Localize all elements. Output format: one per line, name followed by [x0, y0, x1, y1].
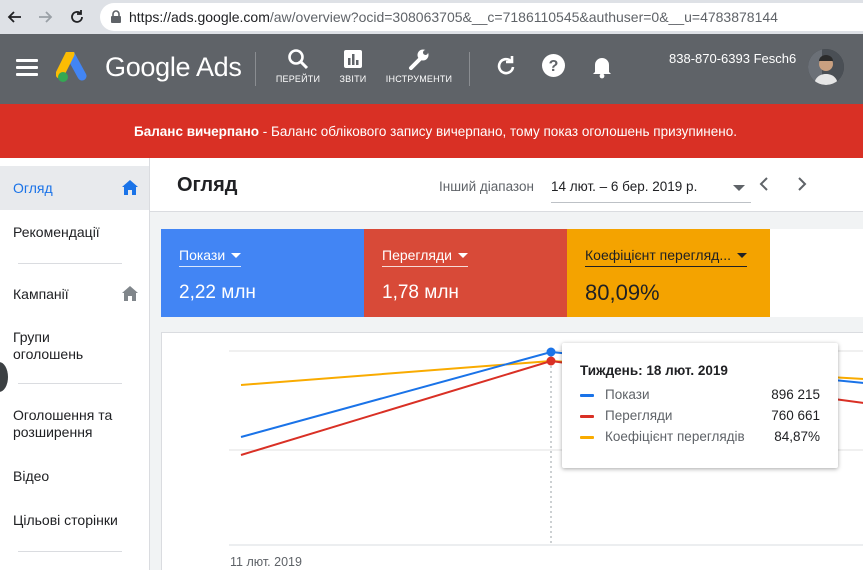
url-host: https://ads.google.com — [129, 9, 270, 25]
address-bar[interactable]: https://ads.google.com/aw/overview?ocid=… — [100, 3, 863, 31]
ads-header: Google Ads ПЕРЕЙТИ ЗВІТИ ІНСТРУМЕНТИ ? 8… — [0, 34, 863, 104]
sidebar-item-recommendations[interactable]: Рекомендації — [0, 224, 149, 241]
chevron-left-icon[interactable] — [759, 177, 769, 191]
alert-title: Баланс вичерпано — [134, 123, 259, 139]
google-ads-logo — [56, 52, 87, 82]
tooltip-series-name: Перегляди — [605, 408, 673, 423]
sidebar-item-landing-pages[interactable]: Цільові сторінки — [0, 512, 149, 529]
metric-label: Покази — [179, 247, 226, 263]
metric-label: Перегляди — [382, 247, 452, 263]
chevron-right-icon[interactable] — [797, 177, 807, 191]
alert-message: - Баланс облікового запису вичерпано, то… — [258, 123, 737, 139]
sidebar-item-label: Цільові сторінки — [13, 512, 118, 528]
search-icon — [288, 49, 309, 70]
sidebar-divider — [18, 551, 122, 552]
date-range-select[interactable]: 14 лют. – 6 бер. 2019 р. — [551, 173, 751, 203]
date-range-label: Інший діапазон — [439, 179, 534, 194]
sidebar-item-label: Огляд — [13, 179, 53, 196]
tooltip-series-value: 760 661 — [771, 408, 820, 423]
reports-icon — [344, 50, 362, 68]
tools-button[interactable]: ІНСТРУМЕНТИ — [385, 48, 453, 84]
lock-icon — [111, 10, 121, 23]
metric-value: 2,22 млн — [179, 282, 256, 303]
metric-selector[interactable]: Коефіцієнт перегляд... — [585, 247, 747, 267]
tooltip-row: Покази 896 215 — [580, 387, 820, 407]
caret-down-icon — [737, 252, 747, 258]
date-range-value: 14 лют. – 6 бер. 2019 р. — [551, 179, 698, 194]
brand-name: Google Ads — [105, 52, 242, 82]
tooltip-series-value: 896 215 — [771, 387, 820, 402]
reports-label: ЗВІТИ — [339, 74, 367, 84]
performance-chart: 11 лют. 2019 Тиждень: 18 лют. 2019 Показ… — [161, 332, 863, 570]
main-content: Огляд Інший діапазон 14 лют. – 6 бер. 20… — [150, 158, 863, 570]
legend-swatch — [580, 394, 594, 397]
url-path: /aw/overview?ocid=308063705&__c=71861105… — [269, 9, 778, 25]
arrow-right-icon — [39, 11, 53, 23]
x-tick-label: 11 лют. 2019 — [230, 555, 302, 569]
metric-label: Коефіцієнт перегляд... — [585, 247, 731, 263]
metric-value: 80,09% — [585, 280, 660, 305]
tooltip-series-value: 84,87% — [774, 429, 820, 444]
metric-value: 1,78 млн — [382, 282, 459, 303]
tooltip-row: Коефіцієнт переглядів 84,87% — [580, 429, 820, 449]
sidebar-item-videos[interactable]: Відео — [0, 468, 149, 485]
series-point-views — [546, 356, 556, 366]
sidebar-item-overview[interactable]: Огляд — [0, 166, 149, 210]
balance-alert: Баланс вичерпано - Баланс облікового зап… — [0, 104, 863, 158]
tools-label: ІНСТРУМЕНТИ — [385, 74, 453, 84]
reload-icon — [71, 10, 83, 23]
reports-button[interactable]: ЗВІТИ — [335, 48, 371, 84]
arrow-left-icon — [7, 11, 21, 23]
sidebar-divider — [18, 263, 122, 264]
home-icon — [122, 286, 138, 301]
legend-swatch — [580, 436, 594, 439]
sidebar-item-label: Групи оголошень — [13, 329, 84, 362]
wrench-icon — [409, 49, 429, 70]
sidebar: Огляд Рекомендації Кампанії Групи оголош… — [0, 158, 150, 570]
chart-tooltip: Тиждень: 18 лют. 2019 Покази 896 215 Пер… — [562, 343, 838, 468]
goto-label: ПЕРЕЙТИ — [275, 74, 321, 84]
menu-icon[interactable] — [16, 59, 38, 77]
sidebar-item-label: Оголошення та розширення — [13, 407, 113, 440]
reload-button[interactable] — [62, 0, 92, 34]
user-photo-icon — [808, 49, 844, 85]
sidebar-item-campaigns[interactable]: Кампанії — [0, 286, 149, 306]
page-header: Огляд Інший діапазон 14 лют. – 6 бер. 20… — [150, 158, 863, 212]
home-icon — [122, 180, 138, 195]
back-button[interactable] — [0, 0, 30, 34]
sidebar-divider — [18, 383, 122, 384]
metric-selector[interactable]: Перегляди — [382, 247, 468, 267]
help-icon[interactable]: ? — [541, 53, 566, 78]
sidebar-item-label: Рекомендації — [13, 224, 100, 240]
metric-card-views[interactable]: Перегляди 1,78 млн — [364, 229, 567, 317]
sidebar-item-label: Відео — [13, 468, 50, 484]
page-title: Огляд — [177, 174, 238, 196]
refresh-icon[interactable] — [495, 54, 517, 78]
series-point-impressions — [546, 347, 556, 357]
chevron-down-icon — [733, 185, 745, 191]
tooltip-series-name: Покази — [605, 387, 650, 402]
sidebar-item-ad-groups[interactable]: Групи оголошень — [0, 329, 110, 363]
metric-cards: Покази 2,22 млн Перегляди 1,78 млн Коефі… — [161, 229, 863, 317]
sidebar-item-ads-extensions[interactable]: Оголошення та розширення — [0, 407, 140, 441]
legend-swatch — [580, 415, 594, 418]
goto-button[interactable]: ПЕРЕЙТИ — [275, 48, 321, 84]
svg-text:?: ? — [549, 58, 559, 75]
avatar[interactable] — [808, 49, 844, 85]
header-divider — [469, 52, 470, 86]
sidebar-item-label: Кампанії — [13, 286, 69, 302]
forward-button[interactable] — [30, 0, 60, 34]
account-id[interactable]: 838-870-6393 Fesch6 — [669, 51, 796, 66]
caret-down-icon — [457, 252, 468, 258]
tooltip-series-name: Коефіцієнт переглядів — [605, 429, 745, 444]
tooltip-title: Тиждень: 18 лют. 2019 — [580, 363, 728, 378]
header-divider — [255, 52, 256, 86]
browser-toolbar: https://ads.google.com/aw/overview?ocid=… — [0, 0, 863, 34]
metric-card-view-rate[interactable]: Коефіцієнт перегляд... 80,09% — [567, 229, 770, 317]
bell-icon[interactable] — [591, 54, 613, 79]
metric-card-impressions[interactable]: Покази 2,22 млн — [161, 229, 364, 317]
caret-down-icon — [231, 252, 242, 258]
metric-selector[interactable]: Покази — [179, 247, 242, 267]
tooltip-row: Перегляди 760 661 — [580, 408, 820, 428]
